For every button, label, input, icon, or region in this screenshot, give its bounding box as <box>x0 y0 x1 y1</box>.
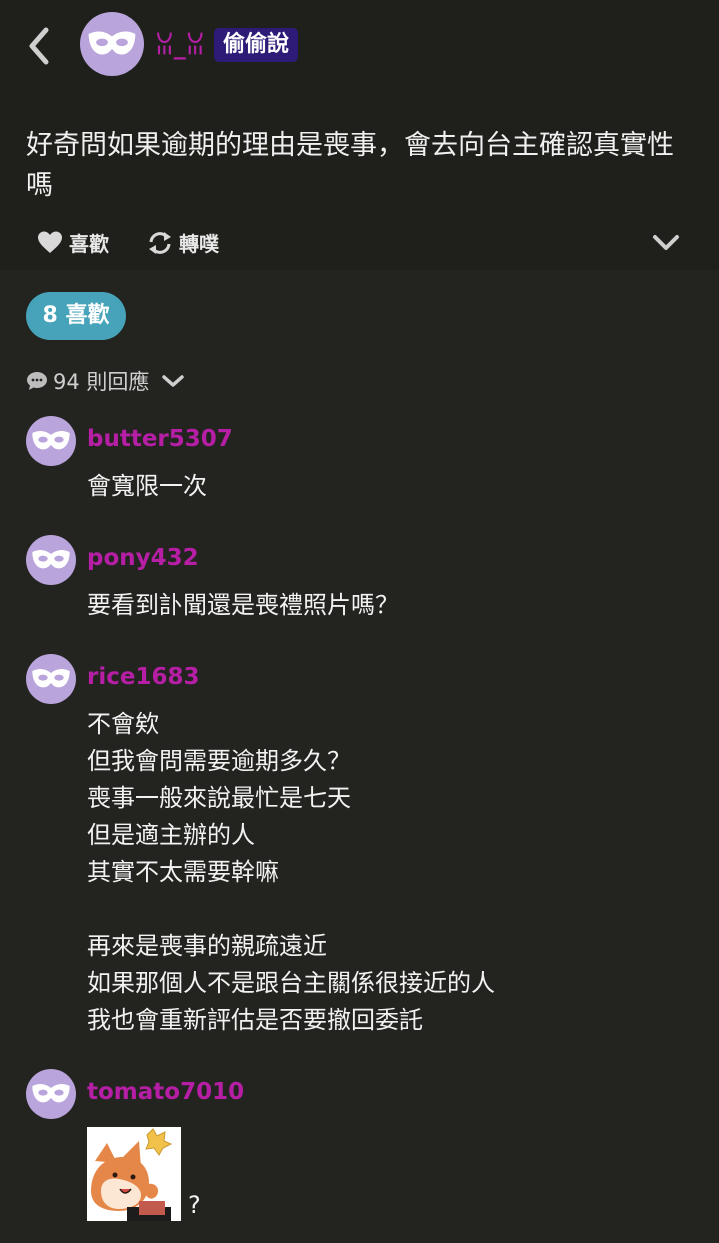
commenter-avatar[interactable] <box>26 1069 76 1119</box>
replies-count: 94 則回應 <box>53 370 150 394</box>
mask-icon <box>88 31 136 55</box>
like-label: 喜歡 <box>69 232 109 256</box>
post-author-name[interactable]: ꈍ_ꈍ <box>155 28 205 60</box>
commenter-username[interactable]: butter5307 <box>87 426 233 452</box>
repost-label: 轉噗 <box>179 232 219 256</box>
replies-toggle[interactable]: 94 則回應 <box>26 366 185 396</box>
author-avatar[interactable] <box>80 12 144 76</box>
commenter-username[interactable]: rice1683 <box>87 664 199 690</box>
chevron-left-icon <box>29 27 49 65</box>
comment-bubble-icon <box>27 372 47 390</box>
commenter-username[interactable]: pony432 <box>87 545 199 571</box>
likes-count-button[interactable]: 8 喜歡 <box>26 292 126 340</box>
anonymous-badge: 偷偷說 <box>214 28 299 62</box>
repost-button[interactable]: 轉噗 <box>147 228 219 257</box>
chevron-down-icon <box>653 235 679 250</box>
commenter-username[interactable]: tomato7010 <box>87 1079 244 1105</box>
commenter-avatar[interactable] <box>26 654 76 704</box>
chevron-down-icon <box>162 375 185 387</box>
mask-icon <box>32 549 70 569</box>
more-options-button[interactable] <box>650 228 682 258</box>
mask-icon <box>32 1083 70 1103</box>
fox-sticker-image <box>87 1127 181 1221</box>
commenter-avatar[interactable] <box>26 416 76 466</box>
mask-icon <box>32 668 70 688</box>
commenter-avatar[interactable] <box>26 535 76 585</box>
heart-icon <box>38 231 62 253</box>
like-button[interactable]: 喜歡 <box>37 228 109 257</box>
fox-sticker[interactable] <box>87 1127 181 1221</box>
comment-text: ? <box>188 1191 201 1219</box>
comment-text: 要看到訃聞還是喪禮照片嗎？ <box>87 591 399 619</box>
post-header: ꈍ_ꈍ 偷偷說 好奇問如果逾期的理由是喪事，會去向台主確認真實性嗎 喜歡 轉噗 <box>0 0 719 270</box>
comment-text: 會寬限一次 <box>87 472 207 500</box>
post-body: 好奇問如果逾期的理由是喪事，會去向台主確認真實性嗎 <box>26 130 674 201</box>
repost-icon <box>149 231 171 254</box>
comment-text: 不會欸 但我會問需要逾期多久？ 喪事一般來說最忙是七天 但是適主辦的人 其實不太… <box>87 710 495 1034</box>
mask-icon <box>32 430 70 450</box>
back-button[interactable] <box>24 24 58 68</box>
